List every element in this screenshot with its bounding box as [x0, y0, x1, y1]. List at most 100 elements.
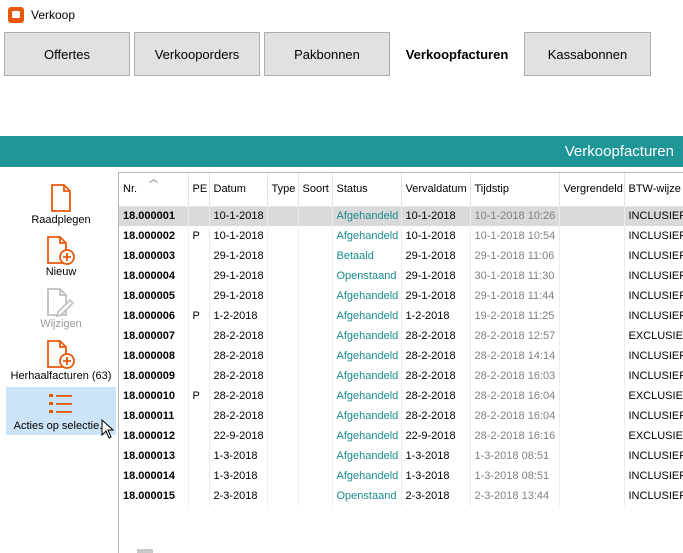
- table-row[interactable]: 18.000014 1-3-2018 Afgehandeld 1-3-2018 1-3-…: [119, 466, 683, 486]
- table-row[interactable]: 18.000015 2-3-2018 Openstaand 2-3-2018 2-3-2…: [119, 486, 683, 506]
- cell-tijdstip: 28-2-2018 12:57: [470, 326, 560, 346]
- table-row[interactable]: 18.000006 P 1-2-2018 Afgehandeld 1-2-2018 19-…: [119, 306, 683, 326]
- cell-tijdstip: 28-2-2018 16:16: [470, 426, 560, 446]
- cell-type: [267, 426, 299, 446]
- cell-soort: [298, 226, 333, 246]
- tab-verkooporders[interactable]: Verkooporders: [134, 32, 260, 76]
- cell-btw: INCLUSIEF: [624, 366, 683, 386]
- tab-verkoopfacturen[interactable]: Verkoopfacturen: [392, 32, 522, 76]
- acties-op-selectie-button[interactable]: Acties op selectie...: [6, 387, 116, 435]
- cell-soort: [298, 206, 333, 226]
- raadplegen-button[interactable]: Raadplegen: [6, 180, 116, 228]
- cell-btw: INCLUSIEF: [624, 466, 683, 486]
- cell-status: Afgehandeld: [332, 206, 402, 226]
- herhaalfacturen-button[interactable]: Herhaalfacturen (63): [6, 336, 116, 384]
- cell-btw: INCLUSIEF: [624, 306, 683, 326]
- cell-nr: 18.000005: [119, 286, 189, 306]
- cell-nr: 18.000012: [119, 426, 189, 446]
- cell-tijdstip: 10-1-2018 10:54: [470, 226, 560, 246]
- table-header-row: ︿ Nr. PE Datum Type Soort Status Vervalda…: [119, 173, 683, 207]
- cell-datum: 1-3-2018: [209, 446, 268, 466]
- column-header-datum[interactable]: Datum: [209, 173, 268, 207]
- cell-datum: 28-2-2018: [209, 406, 268, 426]
- cell-vergrendeld: [559, 386, 625, 406]
- invoice-table: ︿ Nr. PE Datum Type Soort Status Vervalda…: [119, 173, 683, 506]
- cell-pe: [188, 206, 210, 226]
- invoice-grid[interactable]: ︿ Nr. PE Datum Type Soort Status Vervalda…: [118, 172, 683, 553]
- column-header-pe[interactable]: PE: [188, 173, 210, 207]
- cell-tijdstip: 1-3-2018 08:51: [470, 466, 560, 486]
- cell-soort: [298, 266, 333, 286]
- nieuw-button[interactable]: Nieuw: [6, 232, 116, 280]
- cell-btw: INCLUSIEF: [624, 226, 683, 246]
- tab-pakbonnen[interactable]: Pakbonnen: [264, 32, 390, 76]
- column-header-vergrendeld[interactable]: Vergrendeld: [559, 173, 625, 207]
- cell-nr: 18.000006: [119, 306, 189, 326]
- cell-datum: 2-3-2018: [209, 486, 268, 506]
- table-row[interactable]: 18.000012 22-9-2018 Afgehandeld 22-9-2018 28…: [119, 426, 683, 446]
- cell-nr: 18.000011: [119, 406, 189, 426]
- cell-nr: 18.000001: [119, 206, 189, 226]
- cell-pe: [188, 466, 210, 486]
- cell-vergrendeld: [559, 366, 625, 386]
- cell-datum: 29-1-2018: [209, 266, 268, 286]
- cell-nr: 18.000004: [119, 266, 189, 286]
- table-row[interactable]: 18.000001 10-1-2018 Afgehandeld 10-1-2018 10…: [119, 206, 683, 226]
- cell-vervaldatum: 28-2-2018: [401, 366, 471, 386]
- tab-offertes[interactable]: Offertes: [4, 32, 130, 76]
- cell-type: [267, 406, 299, 426]
- cell-pe: [188, 286, 210, 306]
- wijzigen-label: Wijzigen: [40, 318, 82, 330]
- table-row[interactable]: 18.000005 29-1-2018 Afgehandeld 29-1-2018 29…: [119, 286, 683, 306]
- cell-vergrendeld: [559, 206, 625, 226]
- column-header-soort[interactable]: Soort: [298, 173, 333, 207]
- tab-bar: Offertes Verkooporders Pakbonnen Verkoop…: [0, 30, 683, 80]
- column-header-nr[interactable]: ︿ Nr.: [119, 173, 189, 207]
- cell-vervaldatum: 29-1-2018: [401, 286, 471, 306]
- table-row[interactable]: 18.000010 P 28-2-2018 Afgehandeld 28-2-2018 2…: [119, 386, 683, 406]
- cell-nr: 18.000010: [119, 386, 189, 406]
- cell-nr: 18.000014: [119, 466, 189, 486]
- table-row[interactable]: 18.000013 1-3-2018 Afgehandeld 1-3-2018 1-3-…: [119, 446, 683, 466]
- column-header-type[interactable]: Type: [267, 173, 299, 207]
- table-row[interactable]: 18.000003 29-1-2018 Betaald 29-1-2018 29-1-2…: [119, 246, 683, 266]
- table-row[interactable]: 18.000011 28-2-2018 Afgehandeld 28-2-2018 28…: [119, 406, 683, 426]
- column-header-status[interactable]: Status: [332, 173, 402, 207]
- cell-status: Afgehandeld: [332, 366, 402, 386]
- raadplegen-label: Raadplegen: [31, 214, 91, 226]
- cell-btw: INCLUSIEF: [624, 266, 683, 286]
- cell-vergrendeld: [559, 346, 625, 366]
- table-row[interactable]: 18.000008 28-2-2018 Afgehandeld 28-2-2018 28…: [119, 346, 683, 366]
- cell-pe: P: [188, 386, 210, 406]
- cell-type: [267, 486, 299, 506]
- table-row[interactable]: 18.000002 P 10-1-2018 Afgehandeld 10-1-2018 1…: [119, 226, 683, 246]
- cell-vergrendeld: [559, 266, 625, 286]
- cell-type: [267, 226, 299, 246]
- table-row[interactable]: 18.000007 28-2-2018 Afgehandeld 28-2-2018 28…: [119, 326, 683, 346]
- cell-vergrendeld: [559, 286, 625, 306]
- wijzigen-button[interactable]: Wijzigen: [6, 284, 116, 332]
- cell-nr: 18.000002: [119, 226, 189, 246]
- cell-soort: [298, 346, 333, 366]
- herhaalfacturen-label: Herhaalfacturen (63): [10, 370, 112, 382]
- column-header-btw-wijze[interactable]: BTW-wijze: [624, 173, 683, 207]
- cell-pe: [188, 446, 210, 466]
- table-row[interactable]: 18.000004 29-1-2018 Openstaand 29-1-2018 30-…: [119, 266, 683, 286]
- tab-kassabonnen[interactable]: Kassabonnen: [524, 32, 651, 76]
- horizontal-scrollbar[interactable]: [137, 549, 153, 553]
- cell-btw: EXCLUSIEF: [624, 326, 683, 346]
- cell-tijdstip: 28-2-2018 14:14: [470, 346, 560, 366]
- cell-btw: INCLUSIEF: [624, 406, 683, 426]
- cell-vergrendeld: [559, 466, 625, 486]
- cell-vergrendeld: [559, 446, 625, 466]
- cell-btw: EXCLUSIEF: [624, 386, 683, 406]
- column-header-vervaldatum[interactable]: Vervaldatum: [401, 173, 471, 207]
- cell-btw: INCLUSIEF: [624, 206, 683, 226]
- cell-status: Betaald: [332, 246, 402, 266]
- cell-pe: [188, 346, 210, 366]
- table-row[interactable]: 18.000009 28-2-2018 Afgehandeld 28-2-2018 28…: [119, 366, 683, 386]
- column-header-tijdstip[interactable]: Tijdstip: [470, 173, 560, 207]
- cell-status: Afgehandeld: [332, 306, 402, 326]
- cell-type: [267, 246, 299, 266]
- cell-soort: [298, 246, 333, 266]
